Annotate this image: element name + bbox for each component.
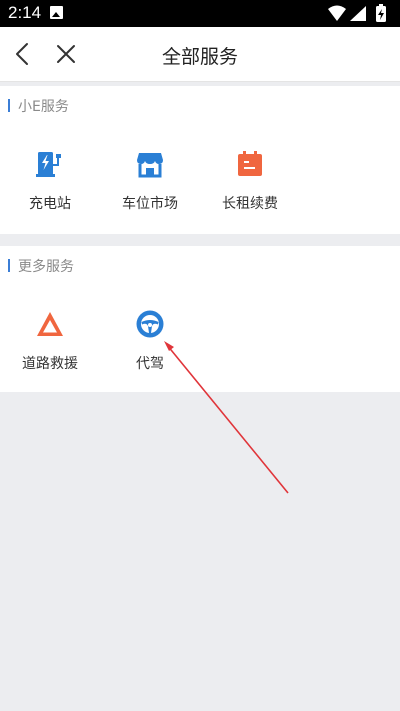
service-charging-station[interactable]: 充电站	[0, 149, 100, 213]
photo-notification-icon	[50, 6, 63, 19]
charging-station-icon	[36, 152, 61, 177]
annotation-arrow	[164, 341, 289, 494]
section-accent-bar	[8, 259, 10, 272]
status-bar: 2:14	[0, 0, 400, 27]
section-title: 更多服务	[18, 259, 74, 275]
warning-triangle-icon	[37, 312, 63, 336]
status-icons	[328, 4, 386, 22]
service-label: 长租续费	[222, 196, 278, 212]
parking-shop-icon	[137, 153, 163, 178]
service-label: 道路救援	[22, 356, 78, 372]
service-label: 充电站	[29, 196, 71, 212]
page-title: 全部服务	[161, 46, 238, 68]
signal-icon	[350, 6, 366, 21]
service-label: 车位市场	[122, 196, 178, 212]
wifi-icon	[328, 5, 346, 21]
section-accent-bar	[8, 99, 10, 112]
status-time: 2:14	[8, 3, 42, 22]
service-parking-market[interactable]: 车位市场	[100, 149, 200, 213]
section-xiaoe-services: 小E服务 充电站 车位市场 长租续费	[0, 86, 400, 234]
header: 全部服务	[0, 27, 400, 82]
section-title: 小E服务	[18, 99, 69, 115]
calendar-icon	[238, 151, 262, 176]
service-long-term-renewal[interactable]: 长租续费	[200, 149, 300, 213]
service-road-rescue[interactable]: 道路救援	[0, 309, 100, 373]
